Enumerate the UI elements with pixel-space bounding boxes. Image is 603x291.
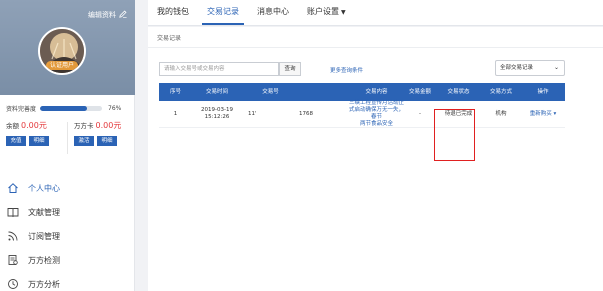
- col-header-index: 序号: [169, 89, 181, 95]
- col-header-time: 交易时间: [205, 89, 228, 95]
- table-header: 序号 交易时间 交易号 交易内容 交易金额 交易状态 交易方式 操作: [159, 83, 565, 101]
- balance-label: 余额: [6, 122, 19, 130]
- breadcrumb-divider: [148, 47, 603, 48]
- edit-profile-label[interactable]: 编辑资料: [88, 10, 116, 20]
- rebuy-action[interactable]: 重新购买 ▾: [521, 111, 565, 118]
- activate-card-button[interactable]: 激活: [74, 136, 94, 146]
- col-header-txn-id-spacer: [299, 83, 349, 101]
- profile-banner: 编辑资料 认证用户: [0, 0, 135, 95]
- clock-analysis-icon: [7, 278, 19, 290]
- transaction-type-selected[interactable]: 全部交易记录: [500, 65, 533, 71]
- more-filters-link[interactable]: 更多查询条件: [330, 66, 363, 74]
- profile-completion: 资料完善度 76%: [6, 104, 130, 113]
- wallet-summary: 余额 0.00元 充值 明细 万方卡 0.00元 激活 明细: [0, 120, 135, 162]
- balance-detail-button[interactable]: 明细: [29, 136, 49, 146]
- main-content: 交易记录 请输入交易号或交易内容 查询 更多查询条件 全部交易记录 ⌄ 序号 交…: [148, 27, 603, 291]
- cell-time-clock: 15:12:26: [204, 114, 230, 120]
- col-header-amount: 交易金额: [408, 89, 431, 95]
- wallet-divider: [67, 122, 68, 154]
- caret-down-icon[interactable]: ▼: [341, 9, 346, 16]
- page-root: 编辑资料 认证用户 资料完善度 76% 余额 0.00元 充值 明细 万方卡 0…: [0, 0, 603, 291]
- verified-user-tag: 认证用户: [46, 61, 78, 70]
- chevron-down-icon[interactable]: ⌄: [554, 61, 559, 75]
- completion-percent: 76%: [108, 105, 122, 112]
- cell-txn-id-part1: 11': [248, 110, 257, 117]
- status-highlight-box: [434, 109, 475, 161]
- sidebar-item-literature[interactable]: 文献管理: [0, 200, 135, 224]
- sidebar-item-label: 万方分析: [28, 279, 60, 289]
- sidebar: 编辑资料 认证用户 资料完善度 76% 余额 0.00元 充值 明细 万方卡 0…: [0, 0, 135, 291]
- sidebar-nav: 个人中心 文献管理 订阅管理 万方检测 万方分析: [0, 176, 135, 291]
- home-icon: [7, 182, 19, 194]
- col-header-content: 交易内容: [365, 89, 388, 95]
- completion-progress-fill: [40, 106, 88, 111]
- rebuy-label[interactable]: 重新购买: [530, 111, 552, 117]
- sidebar-item-analysis[interactable]: 万方分析: [0, 272, 135, 291]
- tab-account-settings-label[interactable]: 账户设置: [307, 7, 339, 16]
- completion-progress-bar: [40, 106, 103, 111]
- col-header-txn-id: 交易号: [262, 89, 279, 95]
- cell-time-date: 2019-03-19: [201, 107, 233, 113]
- table-row: 1 2019-03-19 15:12:26 11' 1768 三峡工程宣传月活动…: [159, 100, 565, 128]
- recharge-button[interactable]: 充值: [6, 136, 26, 146]
- rss-icon: [7, 230, 19, 242]
- balance-box: 余额 0.00元 充值 明细: [6, 120, 66, 146]
- caret-down-icon[interactable]: ▾: [554, 111, 557, 117]
- col-header-method: 交易方式: [489, 89, 512, 95]
- cell-amount: -: [419, 110, 421, 117]
- cell-content-line3[interactable]: 两节食品安全: [349, 121, 404, 128]
- sidebar-item-label: 订阅管理: [28, 231, 60, 241]
- cell-time: 2019-03-19 15:12:26: [192, 107, 242, 121]
- card-value: 0.00元: [95, 121, 122, 130]
- col-header-action: 操作: [537, 89, 549, 95]
- card-label: 万方卡: [74, 122, 94, 130]
- sidebar-item-personal-center[interactable]: 个人中心: [0, 176, 135, 200]
- balance-value: 0.00元: [21, 121, 47, 130]
- search-input[interactable]: 请输入交易号或交易内容: [159, 62, 279, 76]
- avatar[interactable]: 认证用户: [38, 27, 86, 75]
- sidebar-item-detection[interactable]: 万方检测: [0, 248, 135, 272]
- pencil-icon[interactable]: [119, 10, 127, 20]
- breadcrumb: 交易记录: [157, 35, 182, 42]
- sidebar-item-label: 万方检测: [28, 255, 60, 265]
- cell-txn-id-part2: 1768: [299, 110, 313, 117]
- tab-transactions[interactable]: 交易记录: [198, 0, 248, 25]
- cell-method: 机构: [495, 110, 507, 117]
- col-header-status: 交易状态: [447, 89, 470, 95]
- completion-label: 资料完善度: [6, 106, 37, 113]
- top-tab-bar: 我的钱包 交易记录 消息中心 账户设置 ▼: [148, 0, 603, 26]
- card-detail-button[interactable]: 明细: [97, 136, 117, 146]
- card-box: 万方卡 0.00元 激活 明细: [74, 120, 134, 146]
- sidebar-item-label: 个人中心: [28, 183, 60, 193]
- transaction-type-select[interactable]: 全部交易记录 ⌄: [495, 60, 565, 76]
- tab-messages[interactable]: 消息中心: [248, 0, 298, 25]
- tab-my-wallet[interactable]: 我的钱包: [148, 0, 198, 25]
- edit-profile-link[interactable]: 编辑资料: [88, 10, 127, 20]
- sidebar-item-label: 文献管理: [28, 207, 60, 217]
- sidebar-item-subscriptions[interactable]: 订阅管理: [0, 224, 135, 248]
- cell-content-link[interactable]: 三峡工程宣传月活动正 式启动确保万无一失，春节 两节食品安全: [349, 100, 404, 128]
- tab-account-settings[interactable]: 账户设置 ▼: [298, 0, 355, 25]
- cell-index: 1: [173, 110, 178, 117]
- document-check-icon: [7, 254, 19, 266]
- query-button[interactable]: 查询: [279, 62, 301, 76]
- cell-content-line2[interactable]: 式启动确保万无一失，春节: [349, 107, 404, 121]
- book-icon: [7, 206, 19, 218]
- cell-content-line1[interactable]: 三峡工程宣传月活动正: [349, 100, 404, 107]
